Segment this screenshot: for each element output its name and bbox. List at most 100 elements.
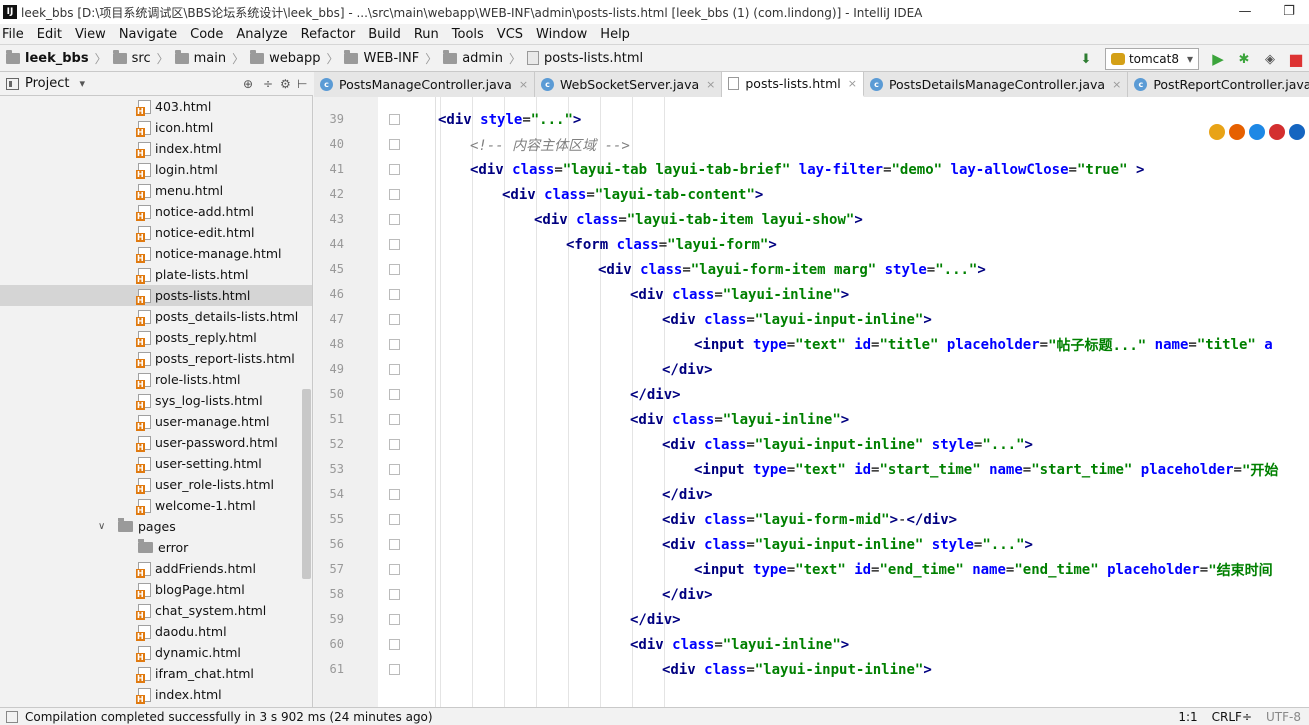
menu-tools[interactable]: Tools — [452, 27, 484, 42]
coverage-icon[interactable]: ◈ — [1260, 49, 1280, 69]
fold-marker-icon[interactable] — [389, 639, 400, 650]
breadcrumb-item[interactable]: leek_bbs 〉 — [6, 49, 107, 67]
code-editor[interactable]: 39 40 41 42 43 44 45 46 47 48 49 50 51 52 53 54 55 56 57 58… — [314, 97, 1309, 707]
tree-file[interactable]: dynamic.html — [0, 642, 312, 663]
tree-file[interactable]: posts_reply.html — [0, 327, 312, 348]
tree-file[interactable]: role-lists.html — [0, 369, 312, 390]
fold-marker-icon[interactable] — [389, 564, 400, 575]
fold-marker-icon[interactable] — [389, 264, 400, 275]
tree-file[interactable]: menu.html — [0, 180, 312, 201]
fold-marker-icon[interactable] — [389, 539, 400, 550]
menu-code[interactable]: Code — [190, 27, 223, 42]
tree-file[interactable]: 403.html — [0, 96, 312, 117]
menu-edit[interactable]: Edit — [37, 27, 62, 42]
tree-file[interactable]: posts-lists.html — [0, 285, 312, 306]
collapse-all-icon[interactable]: ÷ — [263, 77, 273, 91]
menu-view[interactable]: View — [75, 27, 106, 42]
fold-marker-icon[interactable] — [389, 289, 400, 300]
tree-file[interactable]: icon.html — [0, 117, 312, 138]
tree-file[interactable]: blogPage.html — [0, 579, 312, 600]
fold-marker-icon[interactable] — [389, 439, 400, 450]
tree-file[interactable]: notice-manage.html — [0, 243, 312, 264]
tree-file[interactable]: user-password.html — [0, 432, 312, 453]
tree-file[interactable]: notice-add.html — [0, 201, 312, 222]
breadcrumb-item[interactable]: admin 〉 — [443, 49, 521, 67]
fold-marker-icon[interactable] — [389, 114, 400, 125]
menu-help[interactable]: Help — [600, 27, 630, 42]
breadcrumb-item[interactable]: webapp 〉 — [250, 49, 338, 67]
menu-vcs[interactable]: VCS — [497, 27, 523, 42]
menu-file[interactable]: File — [2, 27, 24, 42]
fold-marker-icon[interactable] — [389, 589, 400, 600]
close-tab-icon[interactable]: × — [519, 78, 528, 91]
menu-analyze[interactable]: Analyze — [236, 27, 287, 42]
tree-file[interactable]: login.html — [0, 159, 312, 180]
fold-marker-icon[interactable] — [389, 239, 400, 250]
menu-navigate[interactable]: Navigate — [119, 27, 177, 42]
fold-marker-icon[interactable] — [389, 489, 400, 500]
editor-tab[interactable]: cPostReportController.java× — [1128, 72, 1309, 97]
breadcrumb-item[interactable]: WEB-INF 〉 — [344, 49, 437, 67]
editor-tab[interactable]: posts-lists.html × — [722, 72, 864, 97]
maximize-button[interactable]: ❐ — [1280, 2, 1298, 20]
tree-file[interactable]: index.html — [0, 138, 312, 159]
fold-marker-icon[interactable] — [389, 139, 400, 150]
fold-marker-icon[interactable] — [389, 664, 400, 675]
tree-folder[interactable]: error — [0, 537, 312, 558]
editor-tab[interactable]: c PostsManageController.java × — [314, 72, 536, 97]
gear-icon[interactable]: ⚙ — [280, 77, 291, 91]
fold-marker-icon[interactable] — [389, 389, 400, 400]
tree-file[interactable]: welcome-1.html — [0, 495, 312, 516]
tree-file[interactable]: user-manage.html — [0, 411, 312, 432]
editor-tab[interactable]: c WebSocketServer.java × — [535, 72, 723, 97]
close-tab-icon[interactable]: × — [1112, 78, 1121, 91]
chevron-down-icon[interactable]: ▾ — [79, 77, 85, 90]
tree-file[interactable]: ifram_chat.html — [0, 663, 312, 684]
locate-icon[interactable]: ⊕ — [243, 77, 253, 91]
tree-file[interactable]: daodu.html — [0, 621, 312, 642]
status-toggle-icon[interactable] — [6, 710, 18, 723]
tree-file[interactable]: plate-lists.html — [0, 264, 312, 285]
stop-icon[interactable]: ■ — [1286, 49, 1306, 69]
tree-file[interactable]: notice-edit.html — [0, 222, 312, 243]
run-config-select[interactable]: tomcat8 ▾ — [1104, 48, 1199, 70]
menu-run[interactable]: Run — [414, 27, 439, 42]
fold-marker-icon[interactable] — [389, 189, 400, 200]
fold-marker-icon[interactable] — [389, 614, 400, 625]
tree-file[interactable]: chat_system.html — [0, 600, 312, 621]
tree-file[interactable]: index.html — [0, 684, 312, 705]
fold-marker-icon[interactable] — [389, 339, 400, 350]
fold-marker-icon[interactable] — [389, 464, 400, 475]
breadcrumb-item[interactable]: main 〉 — [174, 49, 244, 67]
breadcrumb-item[interactable]: src 〉 — [112, 49, 169, 67]
ie-icon[interactable] — [1289, 124, 1305, 140]
fold-marker-icon[interactable] — [389, 364, 400, 375]
close-tab-icon[interactable]: × — [706, 78, 715, 91]
tree-folder[interactable]: ∨ pages — [0, 516, 312, 537]
menu-refactor[interactable]: Refactor — [301, 27, 356, 42]
file-encoding[interactable]: UTF-8 — [1266, 710, 1301, 724]
breadcrumb-item[interactable]: posts-lists.html — [526, 51, 643, 66]
minimize-button[interactable]: — — [1236, 2, 1254, 20]
close-tab-icon[interactable]: × — [848, 77, 857, 90]
build-icon[interactable]: ⬇ — [1076, 49, 1096, 69]
fold-marker-icon[interactable] — [389, 314, 400, 325]
menu-window[interactable]: Window — [536, 27, 587, 42]
caret-position[interactable]: 1:1 — [1178, 710, 1197, 724]
editor-tab[interactable]: c PostsDetailsManageController.java × — [863, 72, 1129, 97]
menu-build[interactable]: Build — [368, 27, 401, 42]
tree-file[interactable]: user-setting.html — [0, 453, 312, 474]
tree-file[interactable]: sys_log-lists.html — [0, 390, 312, 411]
chrome-icon[interactable] — [1209, 124, 1225, 140]
safari-icon[interactable] — [1249, 124, 1265, 140]
run-icon[interactable]: ▶ — [1208, 49, 1228, 69]
line-separator[interactable]: CRLF÷ — [1212, 710, 1252, 724]
fold-marker-icon[interactable] — [389, 414, 400, 425]
project-panel-title[interactable]: Project — [25, 76, 69, 91]
fold-marker-icon[interactable] — [389, 214, 400, 225]
chevron-down-icon[interactable]: ∨ — [98, 521, 110, 532]
tree-file[interactable]: posts_report-lists.html — [0, 348, 312, 369]
tree-file[interactable]: addFriends.html — [0, 558, 312, 579]
opera-icon[interactable] — [1269, 124, 1285, 140]
fold-marker-icon[interactable] — [389, 164, 400, 175]
